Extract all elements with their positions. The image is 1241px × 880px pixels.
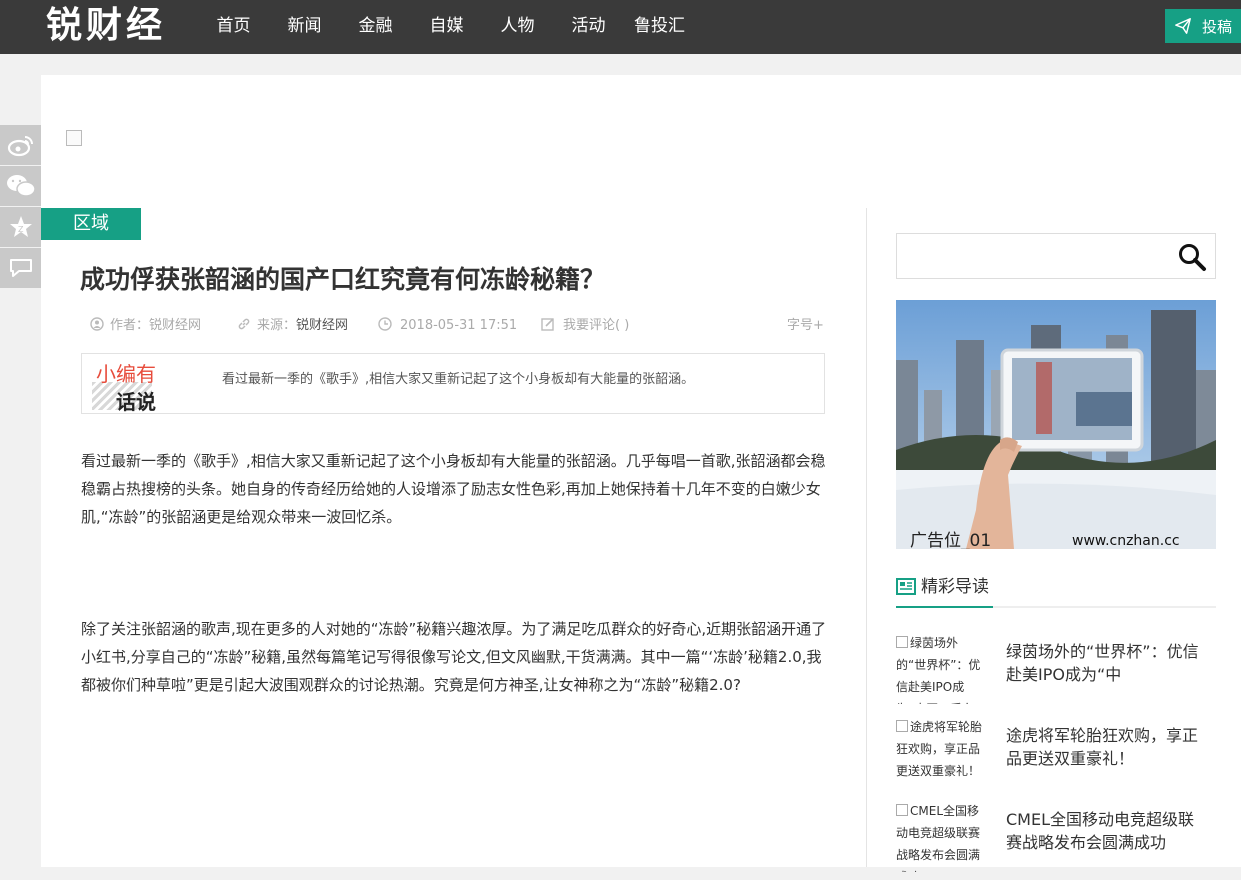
article-paragraph: 看过最新一季的《歌手》,相信大家又重新记起了这个小身板却有大能量的张韶涵。几乎每… — [81, 452, 826, 526]
top-header: 锐财经 首页 新闻 金融 自媒 人物 活动 鲁投汇 投稿 — [0, 0, 1241, 54]
edit-icon — [541, 318, 554, 331]
featured-thumbnail[interactable]: 绿茵场外的“世界杯”：优信赴美IPO成为“中国二手车电商第一股” — [896, 632, 984, 704]
source-label: 来源： — [257, 318, 297, 333]
nav-lutouhui[interactable]: 鲁投汇 — [624, 0, 695, 54]
submit-article-button[interactable]: 投稿 — [1165, 9, 1241, 43]
site-logo[interactable]: 锐财经 — [46, 4, 166, 48]
newspaper-icon — [896, 578, 916, 595]
featured-thumbnail[interactable]: CMEL全国移动电竞超级联赛战略发布会圆满成功 — [896, 800, 984, 872]
nav-news[interactable]: 新闻 — [269, 0, 340, 54]
search-input[interactable] — [896, 233, 1216, 279]
share-bar: Z — [0, 125, 41, 289]
featured-item[interactable]: CMEL全国移动电竞超级联赛战略发布会圆满成功 CMEL全国移动电竞超级联赛战略… — [896, 800, 1216, 880]
badge-line2: 话说 — [116, 390, 156, 414]
date-meta: 2018-05-31 17:51 — [378, 316, 517, 336]
featured-title[interactable]: CMEL全国移动电竞超级联赛战略发布会圆满成功 — [1006, 808, 1206, 854]
broken-image-icon — [896, 636, 908, 648]
featured-title[interactable]: 绿茵场外的“世界杯”：优信赴美IPO成为“中 — [1006, 640, 1206, 686]
broken-image-icon — [896, 804, 908, 816]
source-name[interactable]: 锐财经网 — [296, 318, 348, 333]
featured-title[interactable]: 途虎将军轮胎狂欢购，享正品更送双重豪礼！ — [1006, 724, 1206, 770]
broken-image-icon — [896, 720, 908, 732]
favorite-button[interactable]: Z — [0, 207, 41, 247]
font-size-toggle[interactable]: 字号+ — [787, 316, 824, 336]
share-weibo-button[interactable] — [0, 125, 41, 165]
source-meta: 来源：锐财经网 — [237, 316, 348, 336]
paper-plane-icon — [1175, 18, 1191, 34]
link-icon — [238, 318, 250, 330]
user-icon — [90, 317, 104, 331]
featured-section-header: 精彩导读 — [896, 576, 1216, 608]
thumbnail-alt-text: CMEL全国移动电竞超级联赛战略发布会圆满成功 — [896, 804, 981, 872]
weibo-icon — [7, 136, 33, 157]
ad-url: www.cnzhan.cc — [1072, 533, 1180, 549]
editor-says-badge: 小编有 话说 — [92, 358, 188, 414]
publish-date: 2018-05-31 17:51 — [400, 318, 518, 333]
ad-slot-label: 广告位_01 — [910, 531, 992, 549]
thumbnail-alt-text: 绿茵场外的“世界杯”：优信赴美IPO成为“中国二手车电商第一股” — [896, 636, 981, 704]
comment-icon — [9, 259, 32, 277]
author-meta: 作者：锐财经网 — [90, 316, 201, 336]
submit-article-label: 投稿 — [1202, 17, 1233, 36]
region-tag[interactable]: 区域 — [41, 208, 141, 240]
nav-home[interactable]: 首页 — [198, 0, 269, 54]
ad-banner[interactable]: 广告位_01 www.cnzhan.cc — [896, 300, 1216, 549]
broken-banner-image[interactable] — [66, 130, 82, 146]
nav-finance[interactable]: 金融 — [340, 0, 411, 54]
featured-item[interactable]: 途虎将军轮胎狂欢购，享正品更送双重豪礼！ 途虎将军轮胎狂欢购，享正品更送双重豪礼… — [896, 716, 1216, 796]
column-divider — [866, 208, 867, 867]
wechat-icon — [6, 175, 36, 197]
nav-people[interactable]: 人物 — [482, 0, 553, 54]
city-park-photo — [896, 300, 1216, 549]
svg-text:Z: Z — [18, 225, 24, 234]
clock-icon — [378, 317, 392, 331]
favorite-icon: Z — [9, 216, 32, 237]
nav-events[interactable]: 活动 — [553, 0, 624, 54]
featured-thumbnail[interactable]: 途虎将军轮胎狂欢购，享正品更送双重豪礼！ — [896, 716, 984, 788]
share-wechat-button[interactable] — [0, 166, 41, 206]
comment-button[interactable] — [0, 248, 41, 288]
featured-item[interactable]: 绿茵场外的“世界杯”：优信赴美IPO成为“中国二手车电商第一股” 绿茵场外的“世… — [896, 632, 1216, 712]
author-text: 作者：锐财经网 — [110, 318, 202, 333]
article-title: 成功俘获张韶涵的国产口红究竟有何冻龄秘籍？ — [80, 265, 606, 294]
search-icon[interactable] — [1177, 242, 1207, 272]
comment-text: 我要评论( ) — [563, 318, 630, 333]
thumbnail-alt-text: 途虎将军轮胎狂欢购，享正品更送双重豪礼！ — [896, 720, 983, 778]
section-title: 精彩导读 — [921, 577, 989, 597]
main-nav: 首页 新闻 金融 自媒 人物 活动 鲁投汇 — [198, 0, 695, 54]
nav-we-media[interactable]: 自媒 — [411, 0, 482, 54]
summary-text: 看过最新一季的《歌手》,相信大家又重新记起了这个小身板却有大能量的张韶涵。 — [222, 372, 695, 387]
comment-link[interactable]: 我要评论( ) — [541, 316, 629, 336]
article-paragraph: 除了关注张韶涵的歌声,现在更多的人对她的“冻龄”秘籍兴趣浓厚。为了满足吃瓜群众的… — [81, 620, 827, 694]
section-title-underline: 精彩导读 — [896, 576, 993, 608]
badge-line1: 小编有 — [96, 362, 156, 386]
editor-summary-box: 小编有 话说 看过最新一季的《歌手》,相信大家又重新记起了这个小身板却有大能量的… — [81, 353, 825, 414]
